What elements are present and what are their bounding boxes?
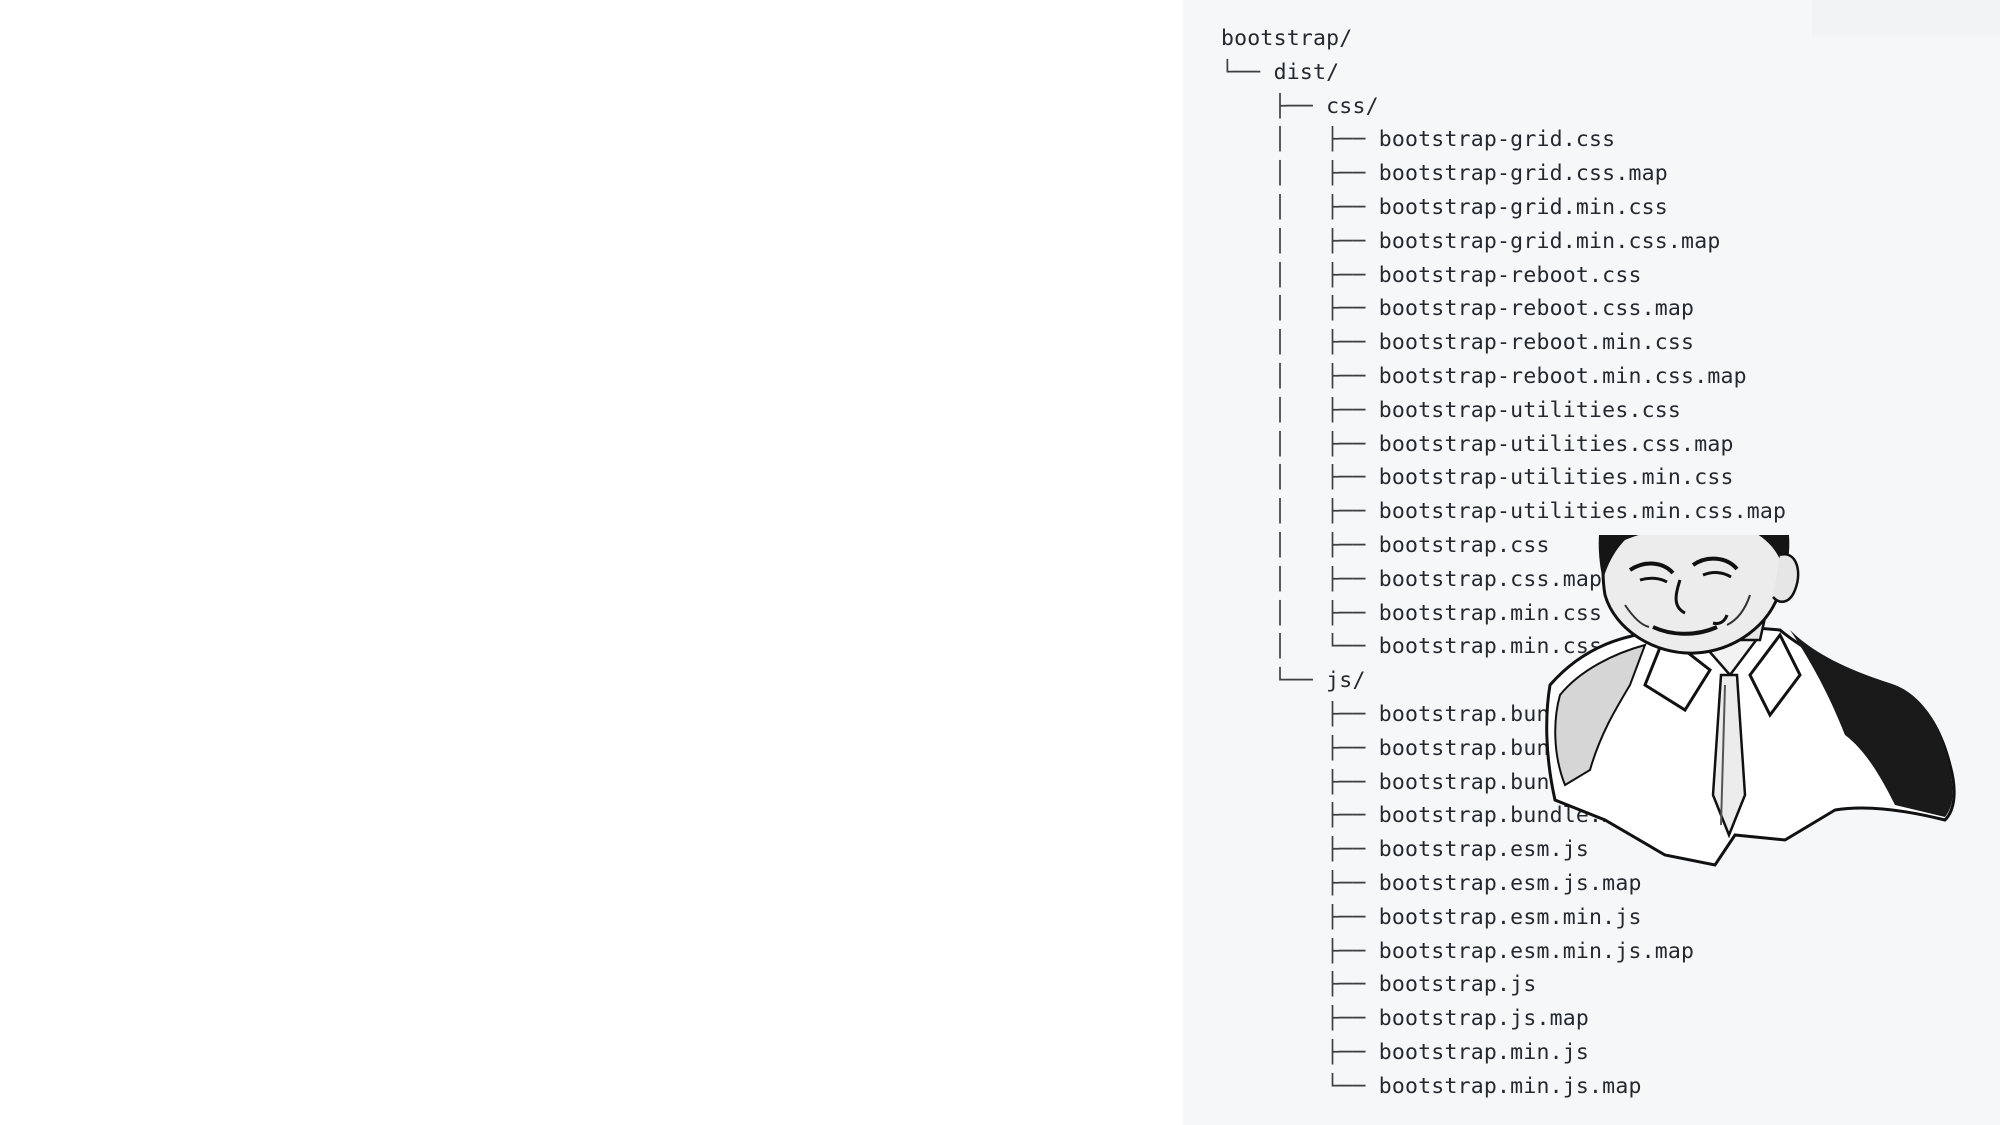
- tree-branch-glyph: └──: [1221, 1073, 1379, 1099]
- tree-entry-name: js/: [1326, 668, 1366, 694]
- tree-file: ├── bootstrap.js.map: [1221, 1002, 1786, 1036]
- tree-entry-name: bootstrap-utilities.css: [1378, 397, 1682, 423]
- code-block-corner: [1812, 0, 2000, 36]
- tree-entry-name: bootstrap/: [1221, 26, 1353, 51]
- tree-file: │ ├── bootstrap-utilities.css: [1221, 394, 1786, 428]
- tree-branch-glyph: └──: [1221, 59, 1274, 85]
- tree-file: │ ├── bootstrap-reboot.css: [1221, 259, 1786, 293]
- tree-branch-glyph: │ ├──: [1221, 330, 1379, 356]
- tree-branch-glyph: ├──: [1221, 904, 1379, 930]
- tree-entry-name: bootstrap-utilities.min.css.map: [1378, 499, 1787, 525]
- tree-folder: bootstrap/: [1221, 22, 1786, 56]
- tree-branch-glyph: ├──: [1221, 837, 1379, 863]
- tree-entry-name: bootstrap-reboot.min.css.map: [1378, 363, 1747, 389]
- tree-branch-glyph: │ ├──: [1221, 431, 1379, 457]
- tree-file: │ ├── bootstrap-reboot.css.map: [1221, 292, 1786, 326]
- tree-branch-glyph: ├──: [1221, 769, 1379, 795]
- tree-file: │ ├── bootstrap-reboot.min.css: [1221, 326, 1786, 360]
- tree-file: │ ├── bootstrap-utilities.min.css.map: [1221, 495, 1786, 529]
- tree-file: │ ├── bootstrap-grid.css.map: [1221, 157, 1786, 191]
- tree-entry-name: dist/: [1273, 59, 1340, 85]
- tree-entry-name: bootstrap.min.js: [1378, 1039, 1590, 1065]
- tree-branch-glyph: │ ├──: [1221, 532, 1379, 558]
- tree-branch-glyph: ├──: [1221, 1039, 1379, 1065]
- tree-branch-glyph: │ ├──: [1221, 127, 1379, 153]
- tree-entry-name: bootstrap.min.js.map: [1378, 1073, 1642, 1099]
- tree-entry-name: bootstrap.css: [1378, 532, 1550, 558]
- tree-entry-name: bootstrap-grid.css.map: [1378, 161, 1668, 187]
- tree-branch-glyph: ├──: [1221, 93, 1327, 119]
- tree-file: ├── bootstrap.js: [1221, 968, 1786, 1002]
- tree-file: │ ├── bootstrap-reboot.min.css.map: [1221, 360, 1786, 394]
- tree-file: │ ├── bootstrap-grid.css: [1221, 123, 1786, 157]
- tree-file: │ ├── bootstrap-utilities.min.css: [1221, 461, 1786, 495]
- tree-entry-name: bootstrap-utilities.min.css: [1378, 465, 1734, 491]
- tree-branch-glyph: ├──: [1221, 701, 1379, 727]
- tree-branch-glyph: ├──: [1221, 803, 1379, 829]
- tree-branch-glyph: │ └──: [1221, 634, 1379, 660]
- tree-branch-glyph: │ ├──: [1221, 194, 1379, 220]
- tree-branch-glyph: │ ├──: [1221, 228, 1379, 254]
- tree-branch-glyph: │ ├──: [1221, 499, 1379, 525]
- tree-entry-name: bootstrap-reboot.css.map: [1378, 296, 1695, 322]
- tree-branch-glyph: ├──: [1221, 1006, 1379, 1032]
- tree-branch-glyph: ├──: [1221, 938, 1379, 964]
- tree-file: └── bootstrap.min.js.map: [1221, 1070, 1786, 1104]
- tree-branch-glyph: │ ├──: [1221, 566, 1379, 592]
- tree-file: ├── bootstrap.min.js: [1221, 1036, 1786, 1070]
- tree-branch-glyph: │ ├──: [1221, 363, 1379, 389]
- tree-entry-name: bootstrap-reboot.css: [1378, 262, 1642, 288]
- tree-entry-name: bootstrap-grid.min.css: [1378, 194, 1668, 220]
- tree-folder: └── dist/: [1221, 56, 1786, 90]
- tree-branch-glyph: │ ├──: [1221, 262, 1379, 288]
- tree-file: │ ├── bootstrap-grid.min.css.map: [1221, 225, 1786, 259]
- tree-branch-glyph: ├──: [1221, 972, 1379, 998]
- tree-entry-name: bootstrap.js: [1378, 972, 1537, 998]
- meme-face-icon: [1545, 535, 1956, 867]
- tree-entry-name: bootstrap.js.map: [1378, 1006, 1590, 1032]
- tree-branch-glyph: │ ├──: [1221, 397, 1379, 423]
- tree-branch-glyph: ├──: [1221, 735, 1379, 761]
- tree-entry-name: css/: [1326, 93, 1379, 119]
- screen: bootstrap/ └── dist/ ├── css/ │ ├── boots…: [0, 0, 2000, 1125]
- tree-folder: ├── css/: [1221, 90, 1786, 124]
- tree-entry-name: bootstrap-utilities.css.map: [1378, 431, 1734, 457]
- tree-branch-glyph: └──: [1221, 668, 1327, 694]
- tree-branch-glyph: │ ├──: [1221, 600, 1379, 626]
- tree-branch-glyph: │ ├──: [1221, 296, 1379, 322]
- tree-file: │ ├── bootstrap-grid.min.css: [1221, 191, 1786, 225]
- tree-branch-glyph: │ ├──: [1221, 465, 1379, 491]
- tree-file: │ ├── bootstrap-utilities.css.map: [1221, 428, 1786, 462]
- tree-entry-name: bootstrap-reboot.min.css: [1378, 330, 1695, 356]
- tree-entry-name: bootstrap-grid.min.css.map: [1378, 228, 1721, 254]
- tree-branch-glyph: │ ├──: [1221, 161, 1379, 187]
- tree-entry-name: bootstrap-grid.css: [1378, 127, 1616, 153]
- tree-branch-glyph: ├──: [1221, 870, 1379, 896]
